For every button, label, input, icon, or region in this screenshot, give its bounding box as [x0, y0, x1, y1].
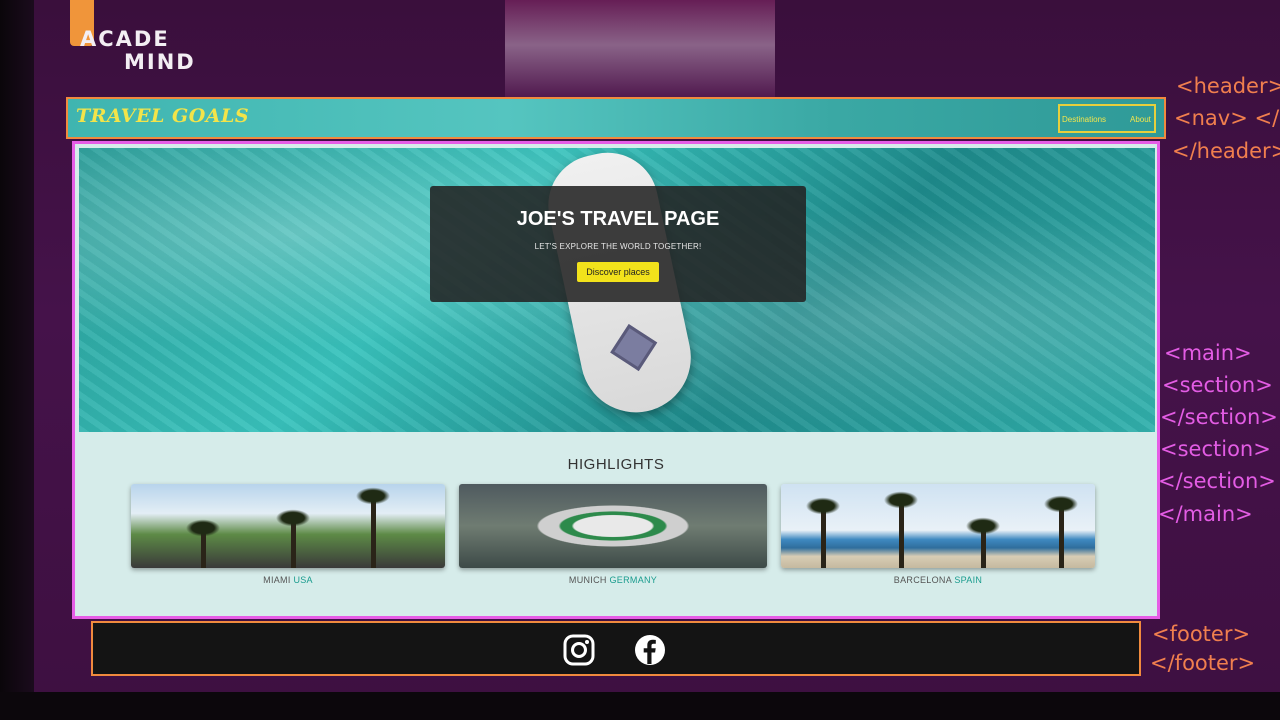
video-overlay-strip: [505, 0, 775, 100]
tag-main-close: </main>: [1158, 502, 1253, 526]
board-logo-icon: [610, 324, 658, 372]
palm-tree-icon: [183, 518, 223, 568]
highlight-caption-munich: MUNICH GERMANY: [459, 575, 767, 585]
tag-section-open-2: <section>: [1160, 437, 1271, 461]
palm-tree-icon: [881, 490, 921, 568]
instagram-icon[interactable]: [562, 633, 596, 667]
caption-country: USA: [293, 575, 313, 585]
caption-country: SPAIN: [954, 575, 983, 585]
academind-logo: ACADE MIND: [62, 0, 202, 80]
hero-title: JOE'S TRAVEL PAGE: [516, 208, 720, 230]
highlight-image-barcelona[interactable]: [781, 484, 1095, 568]
logo-text-line1: ACADE: [80, 27, 170, 51]
travel-website: TRAVEL GOALS Destinations About JOE'S TR…: [66, 97, 1168, 679]
hero-card: JOE'S TRAVEL PAGE LET'S EXPLORE THE WORL…: [430, 186, 806, 302]
site-footer: [91, 621, 1141, 676]
nav-link-about[interactable]: About: [1130, 115, 1151, 124]
highlight-image-miami[interactable]: [131, 484, 445, 568]
hero-section: JOE'S TRAVEL PAGE LET'S EXPLORE THE WORL…: [79, 148, 1155, 432]
tag-main-open: <main>: [1164, 341, 1252, 365]
logo-text-line2: MIND: [124, 50, 196, 74]
highlights-title: HIGHLIGHTS: [567, 456, 665, 473]
nav-link-destinations[interactable]: Destinations: [1062, 115, 1106, 124]
caption-city: MUNICH: [568, 575, 607, 585]
highlight-image-munich[interactable]: [459, 484, 767, 568]
site-header: TRAVEL GOALS Destinations About: [66, 97, 1166, 139]
tag-section-close-2: </section>: [1158, 469, 1276, 493]
tag-section-close-1: </section>: [1160, 405, 1278, 429]
tag-section-open-1: <section>: [1162, 373, 1273, 397]
palm-tree-icon: [963, 516, 1003, 568]
monitor-bezel-bottom: [0, 692, 1280, 720]
monitor-bezel-left: [0, 0, 34, 720]
highlight-caption-miami: MIAMI USA: [131, 575, 445, 585]
hero-subtitle: LET'S EXPLORE THE WORLD TOGETHER!: [534, 242, 702, 251]
tag-header-open: <header>: [1176, 74, 1280, 98]
facebook-icon[interactable]: [633, 633, 667, 667]
main-nav: Destinations About: [1058, 104, 1156, 133]
tag-nav: <nav> </n: [1174, 106, 1280, 130]
palm-tree-icon: [1041, 494, 1081, 568]
highlight-caption-barcelona: BARCELONA SPAIN: [781, 575, 1095, 585]
discover-places-button[interactable]: Discover places: [577, 262, 659, 282]
brand-title[interactable]: TRAVEL GOALS: [76, 105, 249, 127]
palm-tree-icon: [803, 496, 843, 568]
palm-tree-icon: [273, 508, 313, 568]
caption-city: MIAMI: [263, 575, 291, 585]
caption-country: GERMANY: [609, 575, 658, 585]
main-content: JOE'S TRAVEL PAGE LET'S EXPLORE THE WORL…: [72, 141, 1160, 619]
caption-city: BARCELONA: [893, 575, 952, 585]
tag-header-close: </header>: [1172, 139, 1280, 163]
palm-tree-icon: [353, 486, 393, 568]
